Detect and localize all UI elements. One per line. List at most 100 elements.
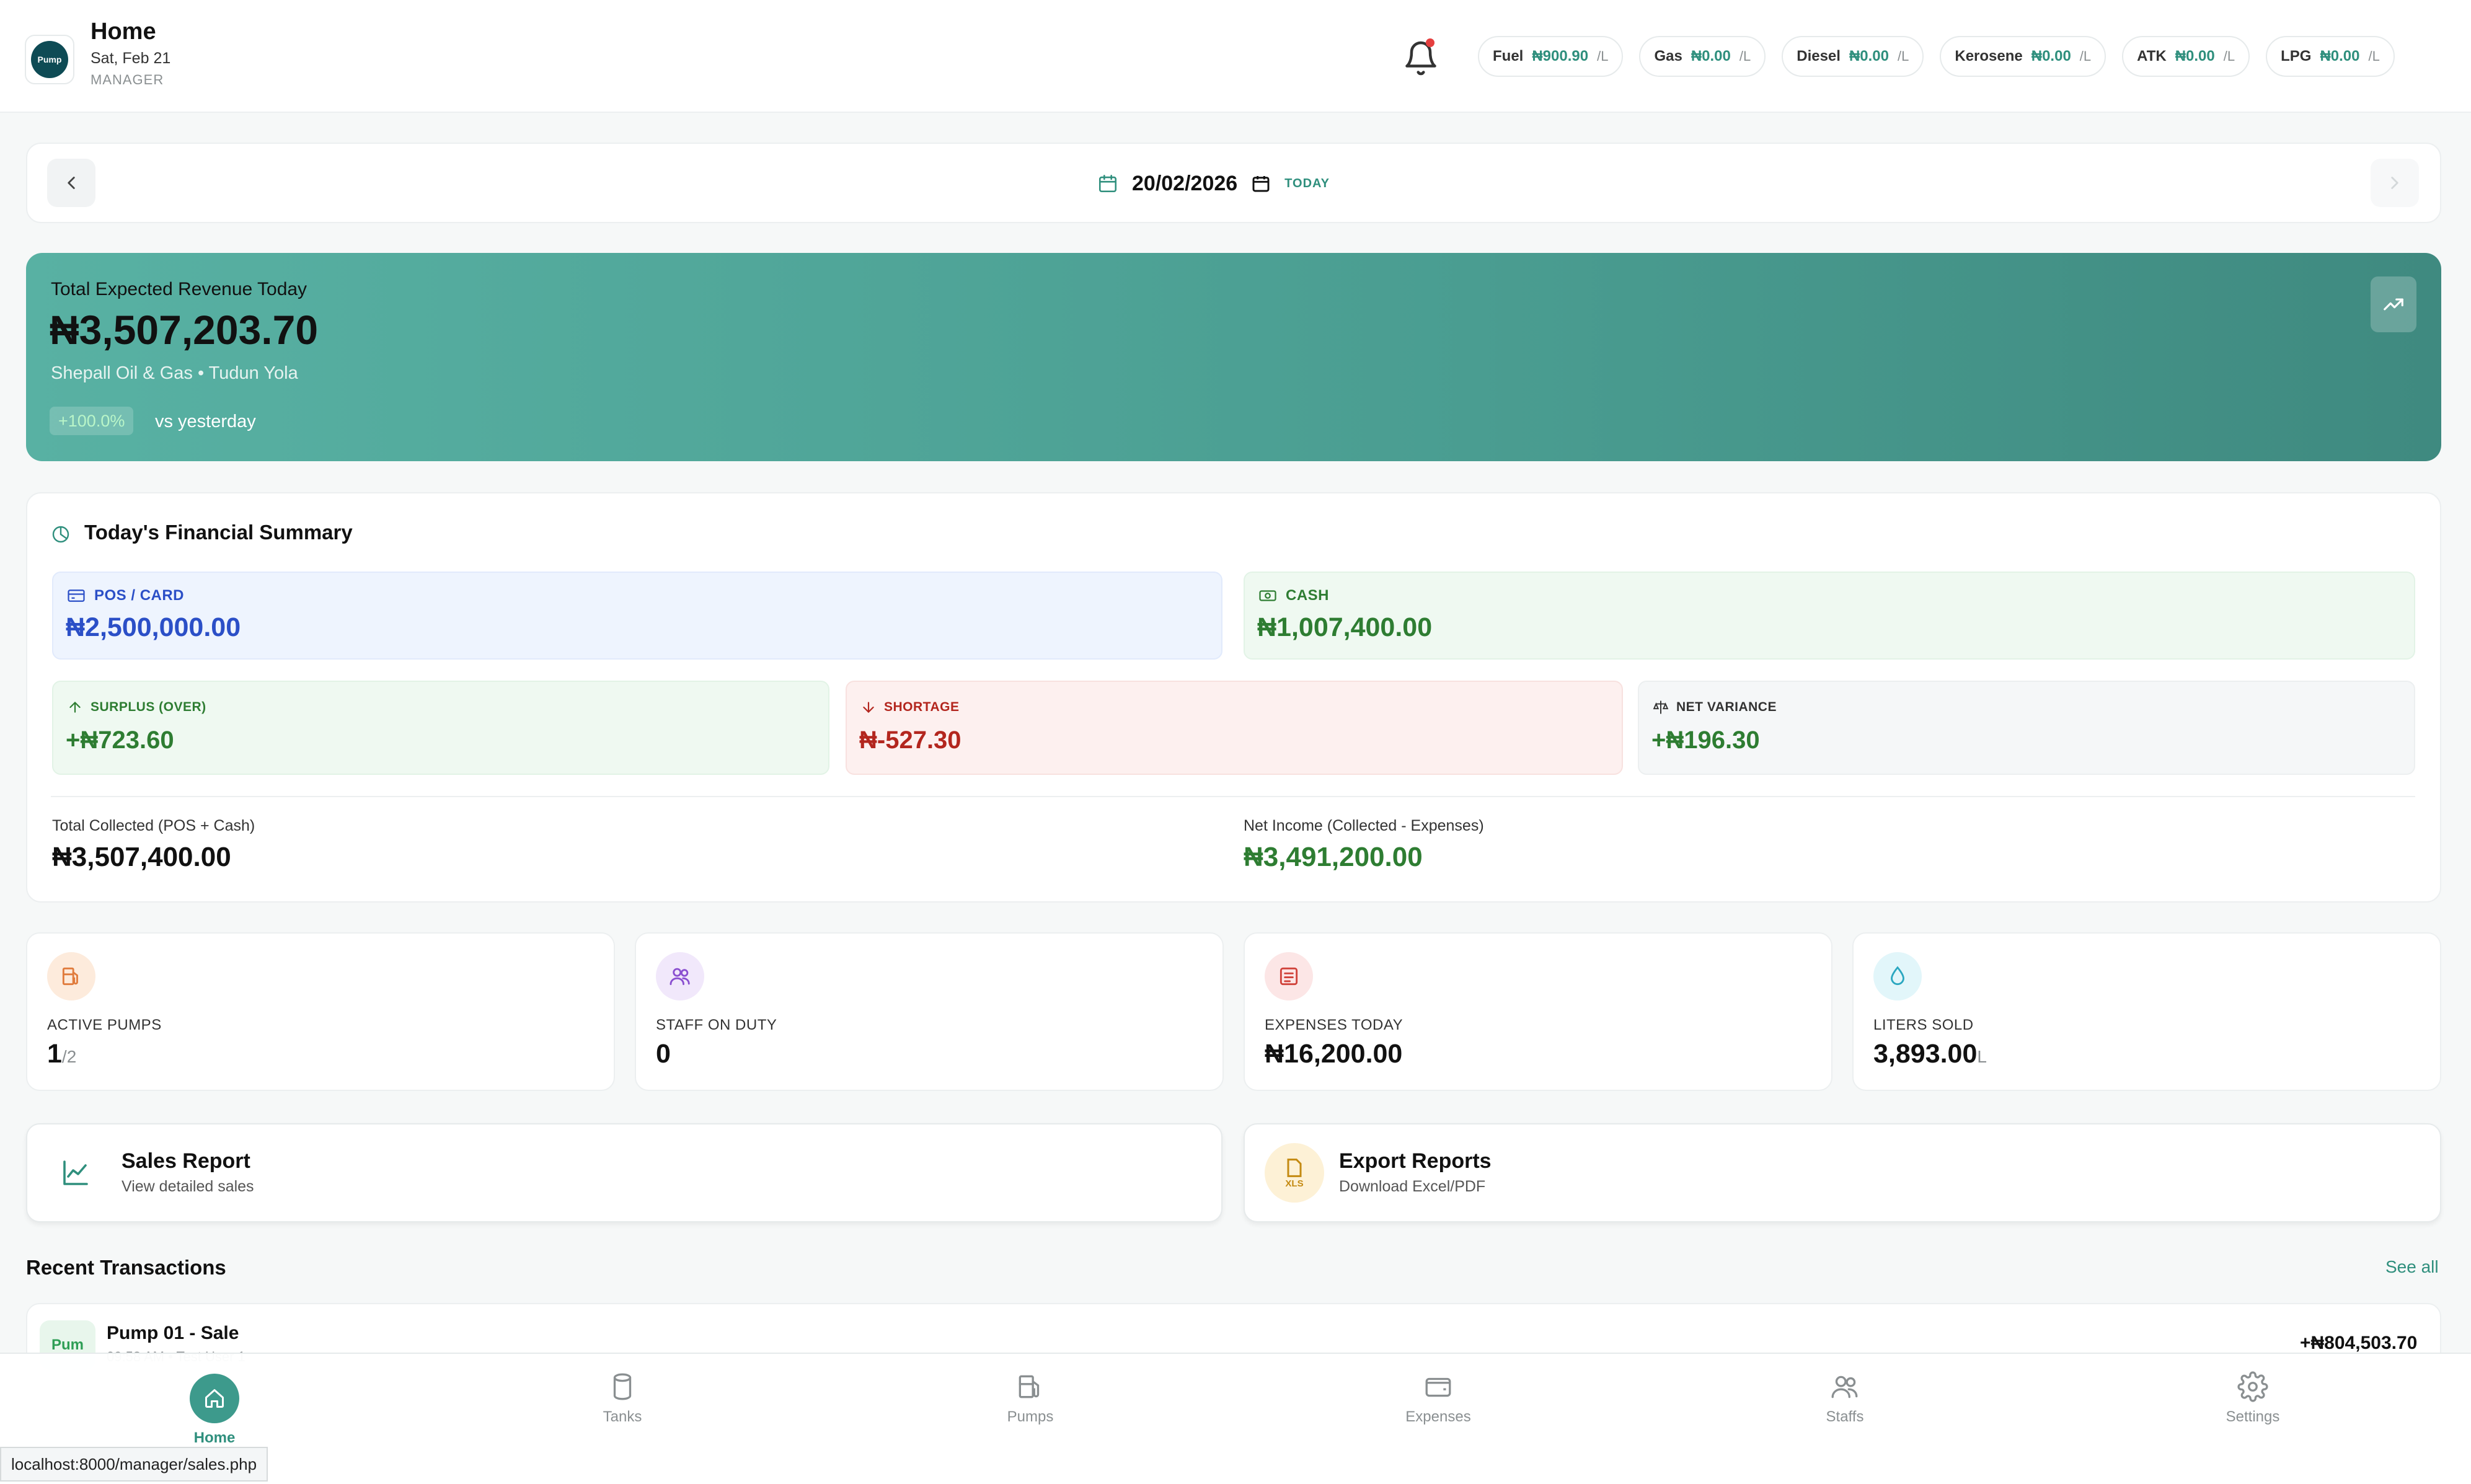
chip-unit: /L <box>1898 48 1909 64</box>
sales-report-subtitle: View detailed sales <box>122 1178 254 1195</box>
chip-price: ₦0.00 <box>1691 48 1731 64</box>
chevron-right-icon <box>2391 177 2398 189</box>
xls-label: XLS <box>1285 1178 1304 1189</box>
nav-item-staffs[interactable]: Staffs <box>1777 1371 1913 1426</box>
notification-bell-icon[interactable] <box>1402 40 1439 77</box>
fuel-pump-icon <box>1019 1375 1040 1398</box>
nav-label: Pumps <box>1007 1408 1054 1425</box>
cash-label: CASH <box>1286 587 1330 604</box>
chip-unit: /L <box>1739 48 1751 64</box>
nav-item-home[interactable]: Home <box>146 1374 283 1447</box>
revenue-card <box>26 253 2441 461</box>
liters-sold-value: 3,893.00L <box>1873 1039 1987 1069</box>
chip-price: ₦0.00 <box>2320 48 2360 64</box>
nav-label: Settings <box>2226 1408 2280 1425</box>
gear-icon <box>2237 1371 2268 1402</box>
nav-item-expenses[interactable]: Expenses <box>1370 1371 1506 1426</box>
active-pumps-total: /2 <box>61 1047 77 1066</box>
surplus-label: SURPLUS (OVER) <box>91 700 206 714</box>
price-chip-lpg[interactable]: LPG ₦0.00 /L <box>2266 36 2395 77</box>
receipt-icon <box>1265 952 1313 1000</box>
fuel-pump-icon <box>47 952 95 1000</box>
revenue-amount: ₦3,507,203.70 <box>50 307 319 353</box>
stat-card-staff-on-duty[interactable] <box>635 932 1224 1091</box>
nav-label: Staffs <box>1826 1408 1864 1425</box>
notification-dot <box>1426 38 1434 47</box>
expenses-today-label: EXPENSES TODAY <box>1265 1017 1403 1033</box>
chip-price: ₦900.90 <box>1532 48 1589 64</box>
calendar-picker-icon[interactable] <box>1251 174 1271 193</box>
nav-item-pumps[interactable]: Pumps <box>962 1371 1098 1426</box>
price-chip-gas[interactable]: Gas ₦0.00 /L <box>1639 36 1766 77</box>
export-reports-title: Export Reports <box>1339 1149 1492 1173</box>
users-icon <box>656 952 704 1000</box>
surplus-amount: +₦723.60 <box>66 727 174 754</box>
nav-label: Expenses <box>1405 1408 1471 1425</box>
price-chip-diesel[interactable]: Diesel ₦0.00 /L <box>1782 36 1924 77</box>
net-income-amount: ₦3,491,200.00 <box>1244 842 1423 872</box>
surplus-label-row: SURPLUS (OVER) <box>67 699 206 715</box>
variance-amount: +₦196.30 <box>1651 727 1760 754</box>
chip-name: Gas <box>1654 48 1682 64</box>
revenue-compare-label: vs yesterday <box>155 412 256 431</box>
price-chip-kerosene[interactable]: Kerosene ₦0.00 /L <box>1940 36 2106 77</box>
shortage-amount: ₦-527.30 <box>859 727 961 754</box>
cash-icon <box>1259 590 1276 601</box>
net-income-label: Net Income (Collected - Expenses) <box>1244 817 1484 834</box>
next-day-button[interactable] <box>2371 159 2419 207</box>
status-bar-url: localhost:8000/manager/sales.php <box>0 1447 268 1482</box>
chip-name: LPG <box>2281 48 2312 64</box>
active-pumps-value: 1/2 <box>47 1039 76 1069</box>
station-name: Shepall Oil & Gas • Tudun Yola <box>51 363 298 383</box>
calendar-icon <box>1098 174 1117 193</box>
price-chip-atk[interactable]: ATK ₦0.00 /L <box>2122 36 2250 77</box>
spreadsheet-icon: XLS <box>1265 1143 1324 1203</box>
header-date: Sat, Feb 21 <box>91 50 171 67</box>
transaction-title: Pump 01 - Sale <box>107 1323 239 1343</box>
total-collected-amount: ₦3,507,400.00 <box>52 842 231 872</box>
active-pumps-count: 1 <box>47 1039 62 1069</box>
chip-name: Diesel <box>1797 48 1841 64</box>
transaction-amount: +₦804,503.70 <box>2300 1333 2418 1353</box>
price-chip-fuel[interactable]: Fuel ₦900.90 /L <box>1478 36 1624 77</box>
see-all-link[interactable]: See all <box>2385 1257 2439 1277</box>
chip-name: Fuel <box>1493 48 1524 64</box>
liters-sold-label: LITERS SOLD <box>1873 1017 1974 1033</box>
revenue-label: Total Expected Revenue Today <box>51 279 307 299</box>
liters-sold-unit: L <box>1977 1047 1987 1066</box>
recent-transactions-title: Recent Transactions <box>26 1256 226 1279</box>
nav-item-settings[interactable]: Settings <box>2185 1371 2321 1426</box>
shortage-label-row: SHORTAGE <box>860 699 959 715</box>
chip-price: ₦0.00 <box>2031 48 2071 64</box>
trending-up-icon <box>2371 276 2416 332</box>
liters-sold-number: 3,893.00 <box>1873 1039 1978 1069</box>
cash-amount: ₦1,007,400.00 <box>1257 612 1433 642</box>
staff-on-duty-label: STAFF ON DUTY <box>656 1017 777 1033</box>
page-title: Home <box>91 19 156 45</box>
arrow-up-icon <box>69 701 81 713</box>
cash-label-row: CASH <box>1258 586 1329 605</box>
export-reports-subtitle: Download Excel/PDF <box>1339 1178 1486 1195</box>
chip-price: ₦0.00 <box>1849 48 1889 64</box>
chip-unit: /L <box>1597 48 1609 64</box>
pie-chart-icon <box>51 524 71 544</box>
today-button[interactable]: TODAY <box>1284 177 1330 191</box>
variance-label-row: NET VARIANCE <box>1653 699 1777 715</box>
total-collected-label: Total Collected (POS + Cash) <box>52 817 255 834</box>
file-icon <box>1287 1158 1302 1177</box>
pos-amount: ₦2,500,000.00 <box>66 612 241 642</box>
nav-label: Tanks <box>603 1408 642 1425</box>
previous-day-button[interactable] <box>47 159 95 207</box>
expenses-today-value: ₦16,200.00 <box>1265 1039 1403 1069</box>
nav-item-tanks[interactable]: Tanks <box>554 1371 691 1426</box>
shortage-label: SHORTAGE <box>884 700 960 714</box>
bottom-navigation <box>0 1353 2471 1484</box>
stat-card-active-pumps[interactable] <box>26 932 615 1091</box>
active-pumps-label: ACTIVE PUMPS <box>47 1017 162 1033</box>
chip-unit: /L <box>2368 48 2380 64</box>
date-input[interactable]: 20/02/2026 <box>1132 172 1237 196</box>
chip-unit: /L <box>2079 48 2092 64</box>
variance-label: NET VARIANCE <box>1676 700 1777 714</box>
user-role: MANAGER <box>91 72 164 87</box>
pos-label: POS / CARD <box>94 587 185 604</box>
